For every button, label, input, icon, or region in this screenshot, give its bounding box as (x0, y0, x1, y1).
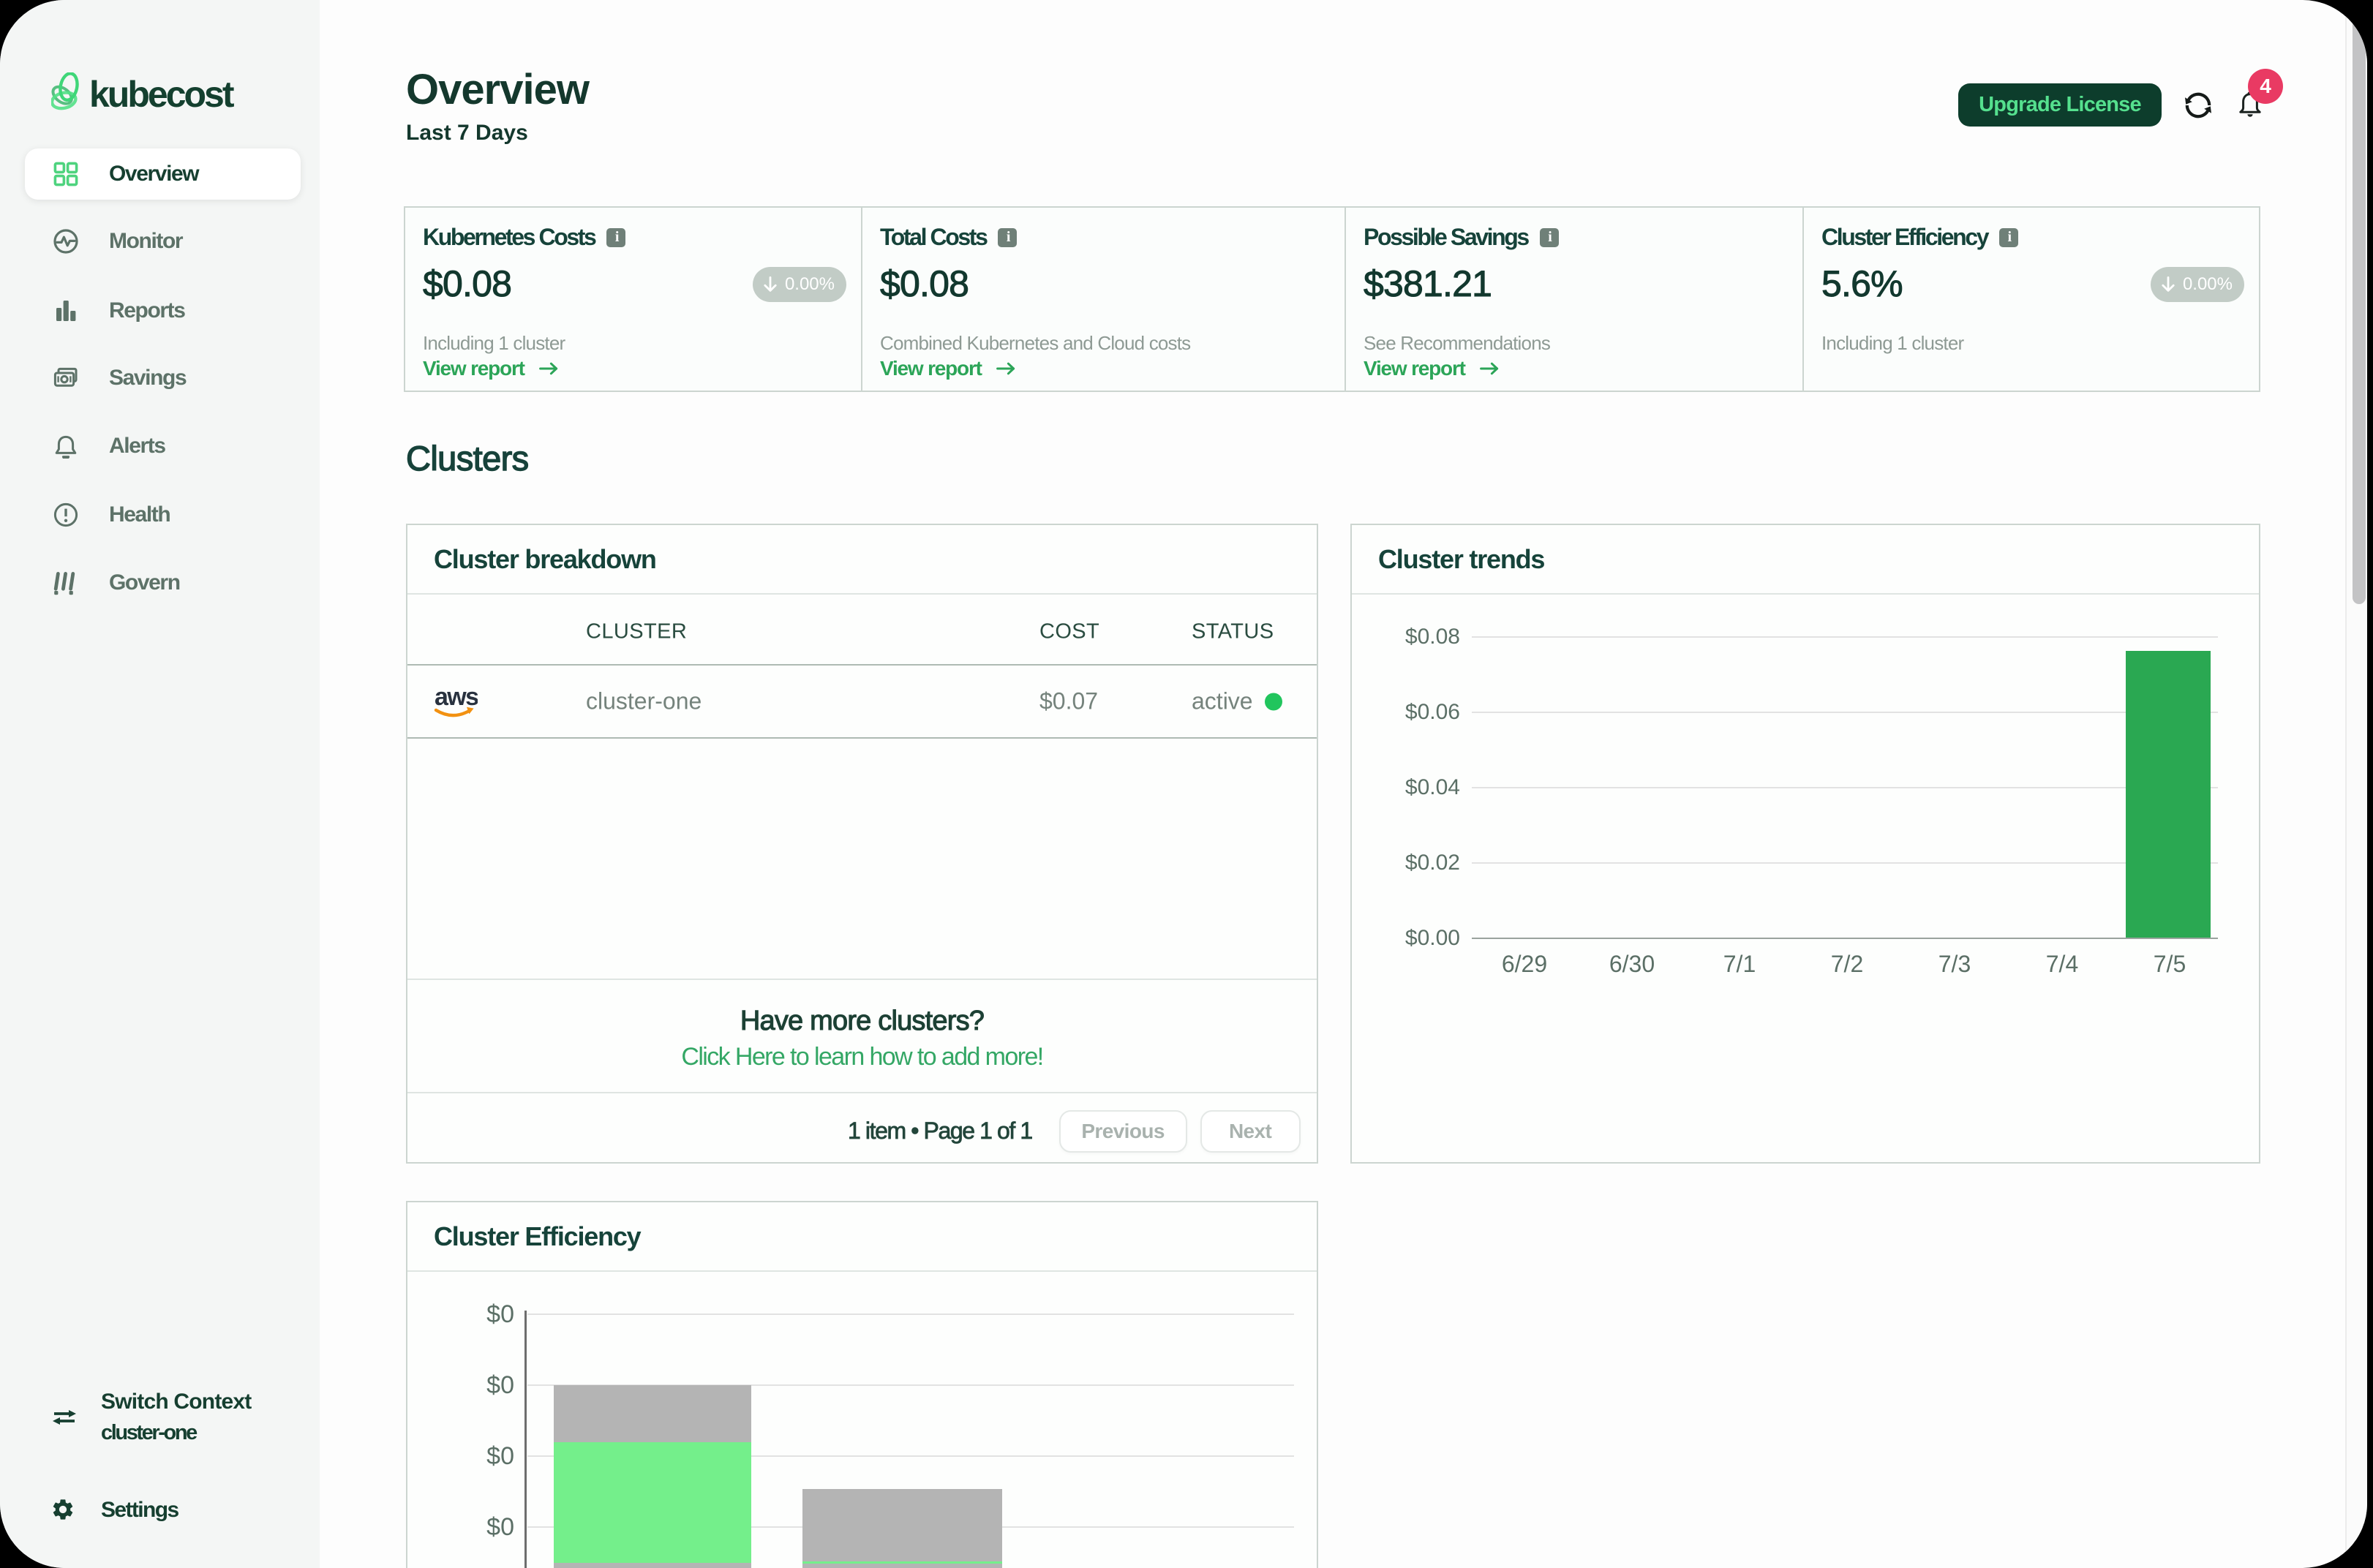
svg-text:aws: aws (435, 683, 478, 711)
